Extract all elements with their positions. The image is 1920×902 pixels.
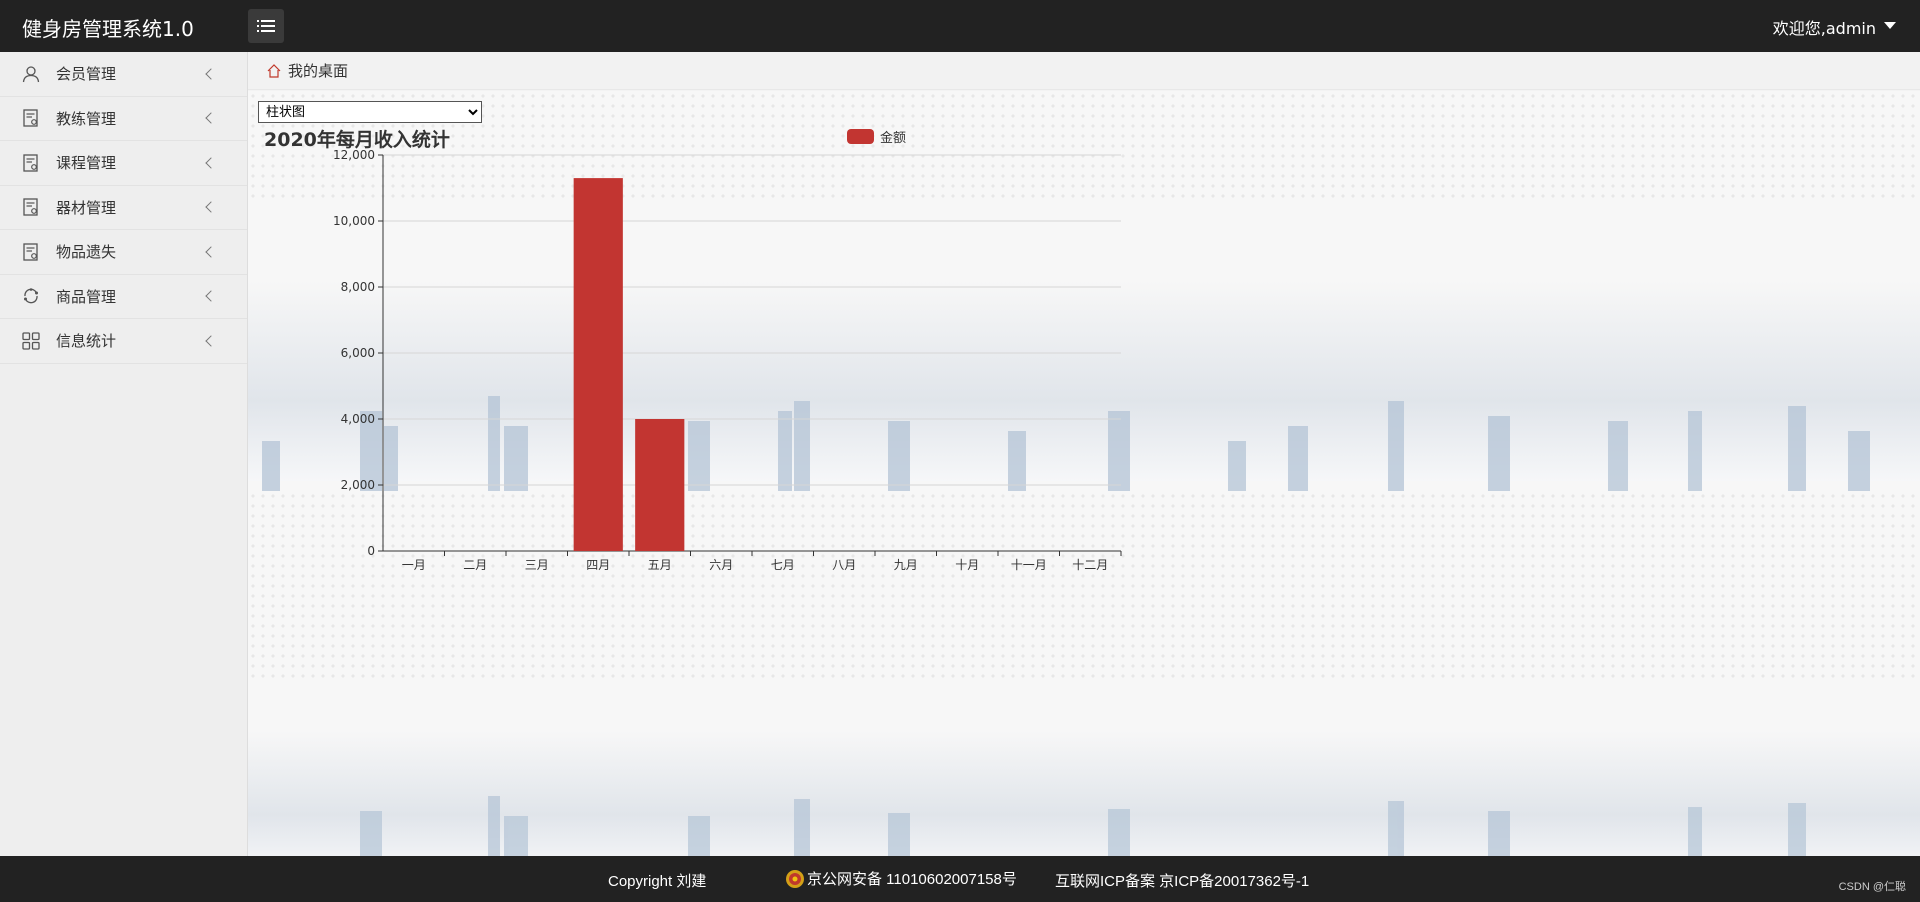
footer-police-text: 京公网安备 11010602007158号 — [807, 871, 1017, 888]
csdn-watermark: CSDN @仁聪 — [1838, 881, 1906, 893]
x-tick-label: 二月 — [463, 558, 487, 572]
app-title: 健身房管理系统1.0 — [22, 17, 194, 41]
breadcrumb-home-link[interactable]: 我的桌面 — [288, 60, 348, 81]
user-icon — [22, 65, 40, 83]
sidebar-item-label: 课程管理 — [56, 154, 117, 173]
document-icon — [22, 198, 40, 216]
chevron-left-icon — [205, 246, 217, 258]
sidebar-item-statistics[interactable]: 信息统计 — [0, 319, 247, 364]
breadcrumb: 我的桌面 — [248, 52, 1920, 90]
sidebar-item-label: 信息统计 — [56, 332, 117, 351]
x-tick-label: 十二月 — [1072, 558, 1108, 572]
document-icon — [22, 243, 40, 261]
chevron-left-icon — [205, 290, 217, 302]
x-tick-label: 十一月 — [1011, 558, 1047, 572]
sidebar-item-course[interactable]: 课程管理 — [0, 141, 247, 186]
y-tick-label: 4,000 — [341, 412, 375, 426]
chevron-left-icon — [205, 68, 217, 80]
sidebar-item-label: 会员管理 — [56, 65, 117, 84]
sidebar-item-equipment[interactable]: 器材管理 — [0, 186, 247, 230]
chevron-left-icon — [205, 335, 217, 347]
sidebar-item-goods[interactable]: 商品管理 — [0, 275, 247, 319]
sidebar-item-label: 教练管理 — [56, 109, 117, 128]
sidebar-item-label: 物品遗失 — [56, 243, 117, 262]
x-tick-label: 五月 — [648, 558, 672, 572]
footer-icp-link[interactable]: 互联网ICP备案 京ICP备20017362号-1 — [1055, 870, 1309, 891]
y-tick-label: 0 — [367, 544, 375, 558]
y-tick-label: 6,000 — [341, 346, 375, 360]
footer-police-record[interactable]: 京公网安备 11010602007158号 — [785, 868, 1017, 889]
sidebar-item-label: 器材管理 — [56, 198, 117, 217]
footer: Copyright 刘建 京公网安备 11010602007158号 互联网IC… — [0, 856, 1920, 902]
caret-down-icon — [1884, 21, 1896, 29]
menu-toggle-button[interactable] — [248, 9, 284, 43]
document-icon — [22, 154, 40, 172]
sidebar-item-coach[interactable]: 教练管理 — [0, 97, 247, 141]
bar — [635, 419, 685, 551]
sidebar: 会员管理 教练管理 课程管理 器材管理 物品遗失 商品管理 信息统计 — [0, 52, 248, 856]
x-tick-label: 六月 — [709, 558, 733, 572]
main-content: 柱状图 2020年每月收入统计 金额 0 2,000 4,000 6,000 8,000… — [248, 91, 1920, 856]
sidebar-item-label: 商品管理 — [56, 287, 117, 306]
x-tick-label: 八月 — [832, 558, 856, 572]
grid-icon — [22, 332, 40, 350]
x-tick-label: 七月 — [771, 558, 795, 572]
sidebar-item-lost-items[interactable]: 物品遗失 — [0, 230, 247, 275]
x-tick-label: 三月 — [525, 558, 549, 572]
bar — [573, 178, 623, 551]
y-tick-label: 10,000 — [333, 214, 375, 228]
document-icon — [22, 109, 40, 127]
top-navbar: 健身房管理系统1.0 欢迎您,admin — [0, 0, 1920, 52]
x-tick-label: 九月 — [894, 558, 918, 572]
y-tick-label: 8,000 — [341, 280, 375, 294]
footer-copyright: Copyright 刘建 — [608, 873, 707, 890]
welcome-text: 欢迎您,admin — [1772, 19, 1876, 38]
hamburger-icon — [257, 20, 275, 32]
user-menu[interactable]: 欢迎您,admin — [1773, 15, 1896, 39]
refresh-icon — [22, 287, 40, 305]
chevron-left-icon — [205, 112, 217, 124]
x-tick-label: 四月 — [586, 558, 610, 572]
y-tick-label: 12,000 — [333, 148, 375, 162]
police-badge-icon — [786, 869, 804, 888]
x-tick-label: 一月 — [402, 558, 426, 572]
sidebar-item-member[interactable]: 会员管理 — [0, 52, 247, 97]
home-icon — [266, 63, 282, 79]
bar-chart: 0 2,000 4,000 6,000 8,000 10,000 12,000 一月 二月 三月 四… — [333, 148, 1122, 572]
chevron-left-icon — [205, 157, 217, 169]
chevron-left-icon — [205, 201, 217, 213]
y-tick-label: 2,000 — [341, 478, 375, 492]
x-tick-label: 十月 — [955, 558, 979, 572]
